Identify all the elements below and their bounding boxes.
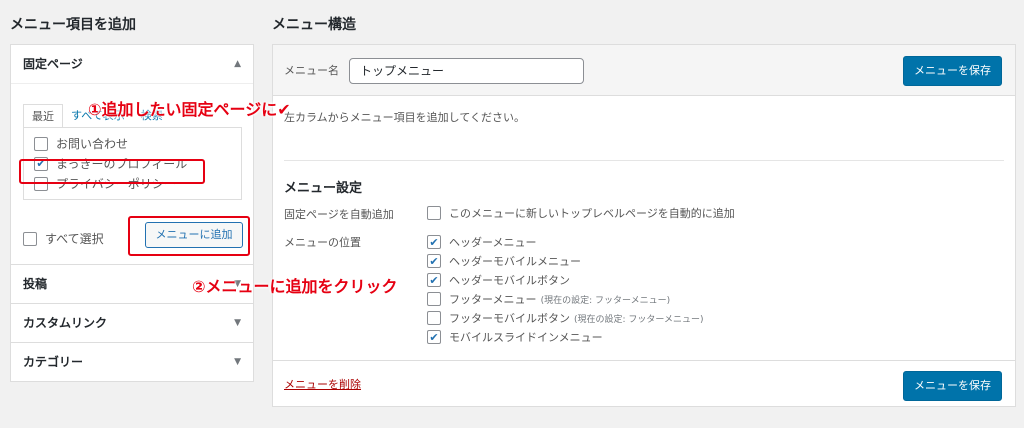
annotation-highlight-page	[19, 159, 205, 184]
menu-location-label: メニューの位置	[284, 236, 361, 249]
checkmark-icon[interactable]: ✔	[427, 254, 441, 268]
custom-links-section-title: カスタムリンク	[23, 316, 108, 330]
tab-recent[interactable]: 最近	[23, 104, 63, 128]
menu-header: メニュー名 トップメニュー メニューを保存	[273, 45, 1015, 96]
menu-name-label: メニュー名	[284, 64, 339, 77]
categories-section-title: カテゴリー	[23, 355, 84, 369]
pages-section-header[interactable]: 固定ページ ▲	[11, 45, 253, 83]
location-note: (現在の設定: フッターメニュー)	[540, 295, 671, 306]
footer-divider	[273, 360, 1015, 361]
categories-section[interactable]: カテゴリー ▼	[11, 343, 253, 381]
checkmark-icon[interactable]: ✔	[427, 235, 441, 249]
location-label: フッターメニュー	[449, 293, 537, 306]
add-menu-items-heading: メニュー項目を追加	[10, 17, 136, 33]
location-label: ヘッダーモバイルメニュー	[449, 255, 581, 268]
delete-menu-link[interactable]: メニューを削除	[284, 376, 361, 392]
location-header-mobile-button[interactable]: ✔ ヘッダーモバイルボタン	[427, 272, 570, 288]
location-footer-mobile-button[interactable]: フッターモバイルボタン (現在の設定: フッターメニュー)	[427, 310, 704, 326]
menu-structure-box: メニュー名 トップメニュー メニューを保存 左カラムからメニュー項目を追加してく…	[272, 44, 1016, 407]
location-header-mobile-menu[interactable]: ✔ ヘッダーモバイルメニュー	[427, 253, 581, 269]
select-all-label: すべて選択	[45, 232, 104, 246]
checkmark-icon[interactable]: ✔	[427, 273, 441, 287]
location-header-menu[interactable]: ✔ ヘッダーメニュー	[427, 234, 537, 250]
expand-arrow-icon[interactable]: ▼	[234, 304, 241, 342]
menu-structure-heading: メニュー構造	[272, 17, 356, 33]
location-note: (現在の設定: フッターメニュー)	[574, 314, 704, 325]
location-mobile-slide-in-menu[interactable]: ✔ モバイルスライドインメニュー	[427, 329, 603, 345]
custom-links-section-header[interactable]: カスタムリンク ▼	[11, 304, 253, 342]
annotation-highlight-button	[128, 216, 250, 256]
auto-add-option[interactable]: このメニューに新しいトップレベルページを自動的に追加	[427, 205, 735, 221]
custom-links-section[interactable]: カスタムリンク ▼	[11, 304, 253, 343]
pages-section-title: 固定ページ	[23, 57, 83, 71]
menu-name-input[interactable]: トップメニュー	[349, 58, 584, 84]
annotation-step2: ②メニューに追加をクリック	[192, 277, 398, 296]
location-label: ヘッダーメニュー	[449, 236, 537, 249]
menu-instructions: 左カラムからメニュー項目を追加してください。	[284, 111, 526, 124]
checkmark-icon[interactable]: ✔	[427, 330, 441, 344]
expand-arrow-icon[interactable]: ▼	[234, 343, 241, 381]
location-checkbox[interactable]	[427, 311, 441, 325]
page-item-label: お問い合わせ	[56, 137, 129, 151]
menu-settings-title: メニュー設定	[284, 181, 363, 196]
auto-add-label: 固定ページを自動追加	[284, 208, 394, 221]
collapse-arrow-icon[interactable]: ▲	[234, 45, 241, 83]
location-footer-menu[interactable]: フッターメニュー (現在の設定: フッターメニュー)	[427, 291, 670, 307]
location-checkbox[interactable]	[427, 292, 441, 306]
categories-section-header[interactable]: カテゴリー ▼	[11, 343, 253, 381]
select-all[interactable]: すべて選択	[23, 230, 104, 247]
select-all-checkbox[interactable]	[23, 231, 37, 246]
menu-items-accordion: 固定ページ ▲ 最近 すべて表示 検索 お問い合わせ ✔ まっきーのプロフィール	[10, 44, 254, 382]
page-item-contact[interactable]: お問い合わせ	[34, 135, 128, 152]
divider	[284, 160, 1004, 161]
auto-add-option-label: このメニューに新しいトップレベルページを自動的に追加	[449, 207, 735, 220]
location-label: モバイルスライドインメニュー	[449, 331, 603, 344]
location-label: ヘッダーモバイルボタン	[449, 274, 570, 287]
save-menu-button-bottom[interactable]: メニューを保存	[903, 371, 1002, 401]
auto-add-checkbox[interactable]	[427, 206, 441, 220]
posts-section-title: 投稿	[23, 277, 48, 291]
annotation-step1: ①追加したい固定ページに✔	[88, 100, 291, 119]
location-label: フッターモバイルボタン	[449, 312, 570, 325]
save-menu-button[interactable]: メニューを保存	[903, 56, 1002, 86]
page-checkbox[interactable]	[34, 136, 48, 151]
